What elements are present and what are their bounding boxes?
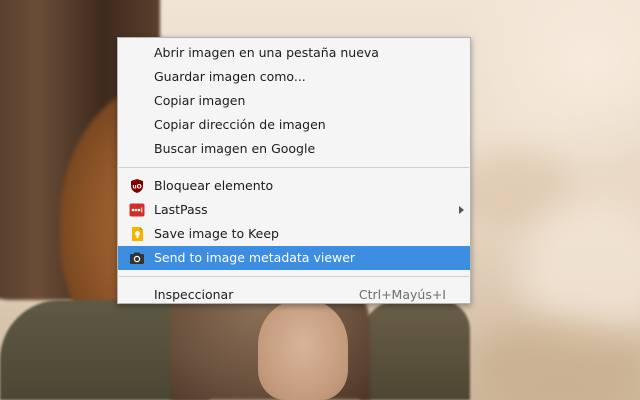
menu-item-label: Bloquear elemento	[154, 178, 274, 193]
menu-item-shortcut: Ctrl+Mayús+I	[358, 287, 446, 302]
menu-item-send-to-metadata-viewer[interactable]: Send to image metadata viewer	[118, 246, 470, 270]
menu-item-label: Send to image metadata viewer	[154, 250, 356, 265]
menu-item-label: LastPass	[154, 202, 208, 217]
submenu-arrow-icon	[459, 206, 464, 214]
lastpass-icon	[129, 202, 145, 218]
face	[258, 300, 348, 400]
menu-item-label: Guardar imagen como...	[154, 69, 306, 84]
camera-icon	[129, 250, 145, 266]
jacket-right	[360, 300, 470, 400]
menu-item-save-image-as[interactable]: Guardar imagen como...	[118, 65, 470, 89]
menu-item-label: Save image to Keep	[154, 226, 279, 241]
menu-item-label: Copiar imagen	[154, 93, 246, 108]
ublock-origin-icon: uO	[129, 178, 145, 194]
menu-item-open-image-new-tab[interactable]: Abrir imagen en una pestaña nueva	[118, 41, 470, 65]
menu-item-label: Abrir imagen en una pestaña nueva	[154, 45, 379, 60]
menu-item-lastpass[interactable]: LastPass	[118, 198, 470, 222]
menu-item-copy-image[interactable]: Copiar imagen	[118, 89, 470, 113]
menu-item-label: Buscar imagen en Google	[154, 141, 316, 156]
background-blur	[470, 320, 640, 400]
menu-item-label: Copiar dirección de imagen	[154, 117, 326, 132]
menu-separator	[119, 167, 469, 168]
menu-item-save-to-keep[interactable]: Save image to Keep	[118, 222, 470, 246]
menu-item-copy-image-address[interactable]: Copiar dirección de imagen	[118, 113, 470, 137]
menu-item-label: Inspeccionar	[154, 287, 234, 302]
menu-item-inspect[interactable]: Inspeccionar Ctrl+Mayús+I	[118, 283, 470, 307]
google-keep-icon	[129, 226, 145, 242]
context-menu: Abrir imagen en una pestaña nueva Guarda…	[117, 37, 471, 304]
menu-item-block-element[interactable]: uO Bloquear elemento	[118, 174, 470, 198]
menu-separator	[119, 276, 469, 277]
svg-text:uO: uO	[132, 184, 141, 191]
menu-item-search-image-google[interactable]: Buscar imagen en Google	[118, 137, 470, 161]
